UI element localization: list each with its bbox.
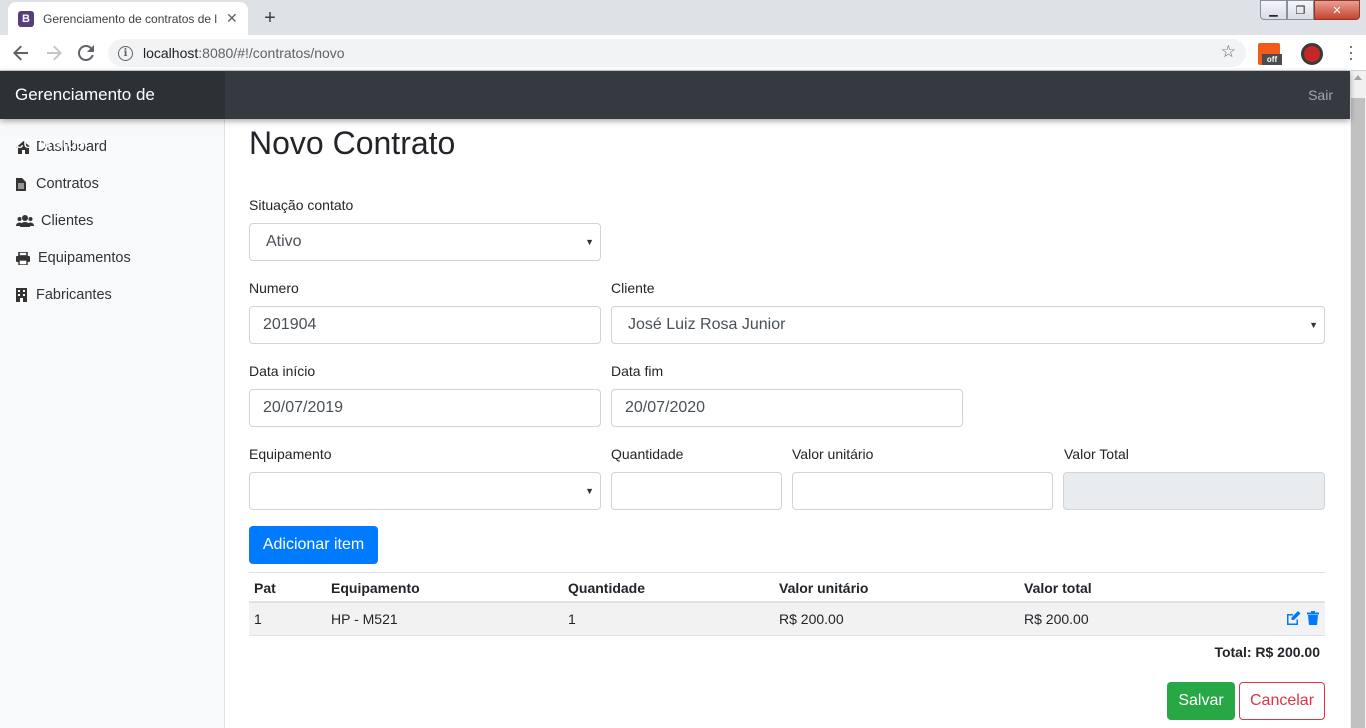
cliente-select[interactable]: José Luiz Rosa Junior ▼ [611,306,1325,344]
file-icon [16,177,32,191]
save-button[interactable]: Salvar [1167,682,1235,720]
situacao-label: Situação contato [249,197,354,213]
valor-total-input [1063,472,1325,510]
cliente-label: Cliente [611,280,655,296]
url-host: localhost [143,45,199,61]
url-text[interactable]: localhost:8080/#!/contratos/novo [143,45,345,61]
sidebar-item-contratos[interactable]: Contratos [16,174,99,194]
quantidade-input[interactable] [611,472,782,510]
chevron-down-icon: ▼ [585,237,594,247]
cell-valor-unitario: R$ 200.00 [779,611,844,627]
data-fim-value: 20/07/2020 [625,399,706,416]
equipamento-label: Equipamento [249,446,332,462]
print-icon [16,251,34,265]
browser-tab-strip: B Gerenciamento de contratos de l ✕ + ▁ … [0,0,1366,35]
column-header-quantidade: Quantidade [568,580,646,596]
browser-tab-title: Gerenciamento de contratos de l [43,11,218,26]
equipamento-select[interactable]: ▼ [249,472,601,510]
browser-tab[interactable]: B Gerenciamento de contratos de l ✕ [8,2,248,35]
numero-input[interactable]: 201904 [249,306,601,344]
cell-equipamento: HP - M521 [331,611,398,627]
back-arrow-icon[interactable] [9,41,33,65]
app-navbar: Gerenciamento de contratos Sair [0,71,1350,152]
data-fim-input[interactable]: 20/07/2020 [611,389,963,427]
bootstrap-favicon-icon: B [18,10,34,27]
sidebar: Dashboard Contratos Clientes Equipamento… [0,119,225,728]
window-minimize-button[interactable]: ▁ [1260,0,1287,20]
sidebar-item-label: Equipamentos [38,250,131,266]
new-tab-icon[interactable]: + [257,5,283,31]
cell-quantidade: 1 [568,611,576,627]
window-maximize-button[interactable]: ❐ [1287,0,1314,20]
chevron-down-icon: ▼ [585,486,594,496]
trash-icon[interactable] [1307,611,1319,630]
window-close-button[interactable]: ✕ [1314,0,1360,20]
browser-menu-icon[interactable]: · · · [1346,37,1356,67]
column-header-valor-total: Valor total [1024,580,1092,596]
page-scrollbar[interactable] [1350,71,1366,728]
cell-valor-total: R$ 200.00 [1024,611,1089,627]
signout-link[interactable]: Sair [1308,87,1333,103]
valor-unitario-label: Valor unitário [792,446,874,462]
data-inicio-value: 20/07/2019 [263,399,344,416]
cell-pat: 1 [254,611,262,627]
situacao-select[interactable]: Ativo ▼ [249,223,601,261]
users-icon [16,215,37,227]
situacao-value: Ativo [266,233,302,250]
valor-total-label: Valor Total [1064,446,1129,462]
row-actions [1286,611,1319,630]
navbar-brand[interactable]: Gerenciamento de contratos [0,71,225,152]
column-header-valor-unitario: Valor unitário [779,580,869,596]
sidebar-item-label: Fabricantes [36,287,112,303]
sidebar-item-clientes[interactable]: Clientes [16,211,93,231]
browser-toolbar: i localhost:8080/#!/contratos/novo ☆ off… [0,35,1366,71]
numero-value: 201904 [263,316,317,333]
quantidade-label: Quantidade [611,446,684,462]
sidebar-item-fabricantes[interactable]: Fabricantes [16,285,112,305]
main-content: Novo Contrato Situação contato Ativo ▼ N… [225,119,1350,728]
table-row: 1 HP - M521 1 R$ 200.00 R$ 200.00 [249,603,1325,636]
cancel-button[interactable]: Cancelar [1239,682,1325,720]
url-path: :8080/#!/contratos/novo [198,45,345,61]
column-header-equipamento: Equipamento [331,580,420,596]
add-item-button[interactable]: Adicionar item [249,526,378,564]
extension-avatar-icon[interactable] [1301,43,1323,65]
data-fim-label: Data fim [611,363,664,379]
extension-off-badge: off [1262,54,1282,65]
extension-off-icon[interactable]: off [1258,43,1282,65]
page-title: Novo Contrato [249,125,456,161]
reload-icon[interactable] [74,41,98,65]
site-info-icon[interactable]: i [118,45,133,61]
data-inicio-input[interactable]: 20/07/2019 [249,389,601,427]
table-total: Total: R$ 200.00 [1214,644,1320,660]
sidebar-item-label: Contratos [36,176,99,192]
data-inicio-label: Data início [249,363,316,379]
address-bar[interactable]: i localhost:8080/#!/contratos/novo ☆ [108,39,1246,67]
chevron-down-icon: ▼ [1309,320,1318,330]
table-header: Pat Equipamento Quantidade Valor unitári… [249,572,1325,603]
numero-label: Numero [249,280,299,296]
bookmark-star-icon[interactable]: ☆ [1221,42,1236,62]
cliente-value: José Luiz Rosa Junior [628,316,786,333]
scrollbar-thumb[interactable] [1351,98,1365,728]
sidebar-item-equipamentos[interactable]: Equipamentos [16,248,131,268]
scroll-up-arrow-icon[interactable] [1354,75,1362,80]
forward-arrow-icon[interactable] [42,41,66,65]
valor-unitario-input[interactable] [792,472,1053,510]
tab-close-icon[interactable]: ✕ [226,10,238,27]
column-header-pat: Pat [254,580,276,596]
building-icon [16,288,32,302]
sidebar-item-label: Clientes [41,213,94,229]
edit-icon[interactable] [1286,611,1301,630]
